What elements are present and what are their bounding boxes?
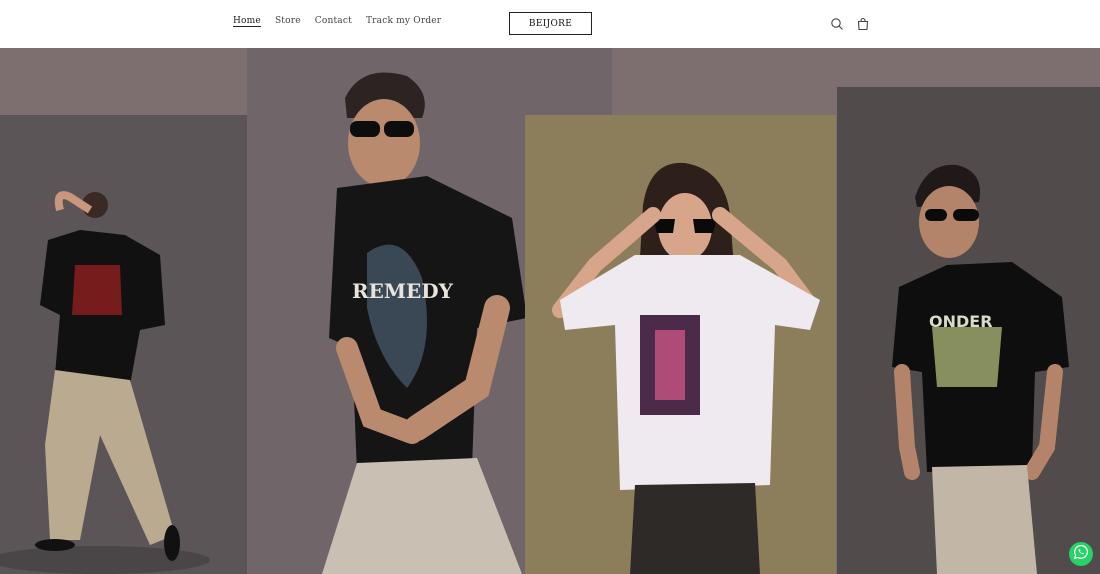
main-nav: Home Store Contact Track my Order — [233, 16, 441, 26]
site-header: Home Store Contact Track my Order BEIJOR… — [0, 0, 1100, 48]
hero-photo-1 — [0, 115, 247, 574]
nav-home[interactable]: Home — [233, 16, 261, 26]
nav-store[interactable]: Store — [275, 16, 301, 26]
cart-icon[interactable] — [856, 16, 870, 31]
whatsapp-icon — [1073, 544, 1089, 564]
svg-text:ONDER: ONDER — [929, 312, 993, 331]
svg-text:REMEDY: REMEDY — [352, 279, 454, 303]
hero-photo-3 — [525, 115, 836, 574]
nav-track-order[interactable]: Track my Order — [366, 16, 441, 26]
brand-logo[interactable]: BEIJORE — [509, 12, 592, 35]
whatsapp-button[interactable] — [1069, 542, 1093, 566]
hero-banner: REMEDY ONDER — [0, 48, 1100, 574]
search-icon[interactable] — [830, 16, 844, 30]
nav-contact[interactable]: Contact — [315, 16, 352, 26]
hero-photo-4: ONDER — [837, 87, 1100, 574]
